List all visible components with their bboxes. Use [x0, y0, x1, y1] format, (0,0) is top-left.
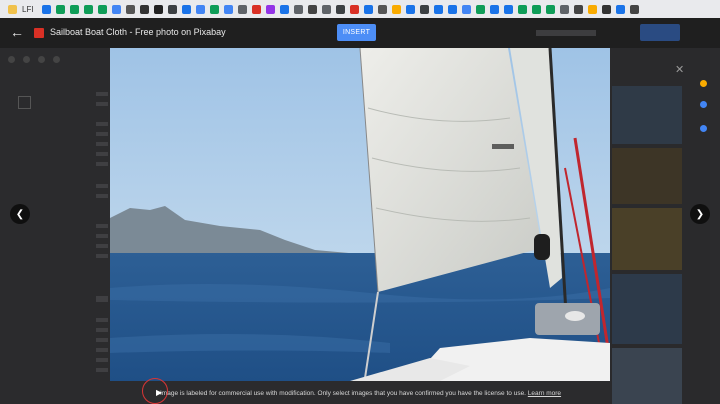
bookmark-icon[interactable]	[55, 4, 65, 14]
redo-icon	[23, 56, 30, 63]
bookmark-icon[interactable]	[251, 4, 261, 14]
bookmark-icon[interactable]	[321, 4, 331, 14]
bookmark-icon[interactable]	[489, 4, 499, 14]
cursor-highlight-circle	[142, 378, 168, 404]
doc-text-line	[96, 296, 108, 302]
bookmark-icon[interactable]	[461, 4, 471, 14]
bookmark-icon[interactable]	[41, 4, 51, 14]
bookmark-icon[interactable]	[433, 4, 443, 14]
insert-button[interactable]: INSERT	[337, 24, 376, 41]
doc-text-line	[96, 358, 108, 362]
bookmark-icon[interactable]	[223, 4, 233, 14]
outline-icon	[18, 96, 31, 109]
bookmark-icon[interactable]	[237, 4, 247, 14]
bookmark-lfi[interactable]: LFI	[22, 5, 34, 14]
bookmark-icon[interactable]	[559, 4, 569, 14]
sailboat-photo	[110, 48, 610, 381]
learn-more-link[interactable]: Learn more	[528, 390, 561, 397]
bookmarks-bar: LFI	[0, 0, 720, 18]
share-button[interactable]	[640, 24, 680, 41]
bookmark-icon[interactable]	[419, 4, 429, 14]
print-icon	[38, 56, 45, 63]
doc-toolbar	[8, 56, 108, 70]
image-thumbnail[interactable]	[612, 274, 682, 344]
bookmark-icon[interactable]	[111, 4, 121, 14]
bookmark-icon[interactable]	[629, 4, 639, 14]
keep-icon[interactable]	[700, 80, 707, 87]
contacts-icon[interactable]	[700, 125, 707, 132]
bookmark-icon[interactable]	[587, 4, 597, 14]
bookmark-icon[interactable]	[545, 4, 555, 14]
doc-text-line	[96, 194, 108, 198]
bookmark-icon[interactable]	[167, 4, 177, 14]
doc-text-line	[96, 254, 108, 258]
doc-text-line	[96, 244, 108, 248]
image-thumbnail[interactable]	[612, 208, 682, 270]
bookmark-icon[interactable]	[83, 4, 93, 14]
doc-text-line	[96, 318, 108, 322]
paint-format-icon	[53, 56, 60, 63]
bookmark-icon[interactable]	[517, 4, 527, 14]
pixabay-logo	[34, 28, 44, 38]
bookmark-icon[interactable]	[125, 4, 135, 14]
doc-text-line	[96, 328, 108, 332]
tasks-icon[interactable]	[700, 101, 707, 108]
bookmark-icon[interactable]	[139, 4, 149, 14]
doc-text-line	[96, 152, 108, 156]
bookmark-icon[interactable]	[391, 4, 401, 14]
license-caption: Image is labeled for commercial use with…	[160, 390, 561, 397]
doc-text-line	[96, 132, 108, 136]
bookmark-icon[interactable]	[69, 4, 79, 14]
doc-text-line	[96, 122, 108, 126]
bookmark-icon[interactable]	[573, 4, 583, 14]
bookmark-icon[interactable]	[293, 4, 303, 14]
arrow-left-icon[interactable]: ←	[10, 25, 24, 39]
bookmark-icon[interactable]	[405, 4, 415, 14]
bookmark-icon[interactable]	[97, 4, 107, 14]
bookmark-icon[interactable]	[601, 4, 611, 14]
bookmark-icon[interactable]	[153, 4, 163, 14]
image-thumbnail[interactable]	[612, 348, 682, 404]
image-title: Sailboat Boat Cloth - Free photo on Pixa…	[50, 27, 226, 37]
doc-text-line	[96, 234, 108, 238]
doc-text-line	[96, 184, 108, 188]
bookmark-icon[interactable]	[265, 4, 275, 14]
undo-icon	[8, 56, 15, 63]
bookmark-icon[interactable]	[363, 4, 373, 14]
bookmark-icon[interactable]	[447, 4, 457, 14]
doc-text-line	[96, 92, 108, 96]
bookmark-icon[interactable]	[349, 4, 359, 14]
bookmark-icon[interactable]	[503, 4, 513, 14]
chevron-left-icon[interactable]: ❮	[10, 204, 30, 224]
doc-text-line	[96, 224, 108, 228]
license-text: Image is labeled for commercial use with…	[160, 390, 526, 397]
doc-text-line	[96, 338, 108, 342]
bookmark-icon[interactable]	[475, 4, 485, 14]
chevron-right-icon[interactable]: ❯	[690, 204, 710, 224]
bookmark-icon[interactable]	[279, 4, 289, 14]
doc-text-line	[96, 102, 108, 106]
doc-text-line	[96, 348, 108, 352]
image-thumbnail[interactable]	[612, 148, 682, 204]
doc-text-line	[96, 162, 108, 166]
preview-image	[110, 48, 610, 381]
doc-text-line	[96, 368, 108, 372]
image-thumbnail[interactable]	[612, 86, 682, 144]
doc-text-line	[96, 142, 108, 146]
bookmark-icon[interactable]	[195, 4, 205, 14]
folder-icon[interactable]	[8, 4, 17, 14]
bookmark-icon[interactable]	[181, 4, 191, 14]
bookmark-icon[interactable]	[209, 4, 219, 14]
bookmark-icon[interactable]	[307, 4, 317, 14]
bookmark-icon[interactable]	[377, 4, 387, 14]
close-icon[interactable]: ✕	[675, 63, 684, 76]
account-name	[536, 30, 596, 36]
bookmark-icon[interactable]	[335, 4, 345, 14]
bookmark-icon[interactable]	[531, 4, 541, 14]
bookmark-icon[interactable]	[615, 4, 625, 14]
